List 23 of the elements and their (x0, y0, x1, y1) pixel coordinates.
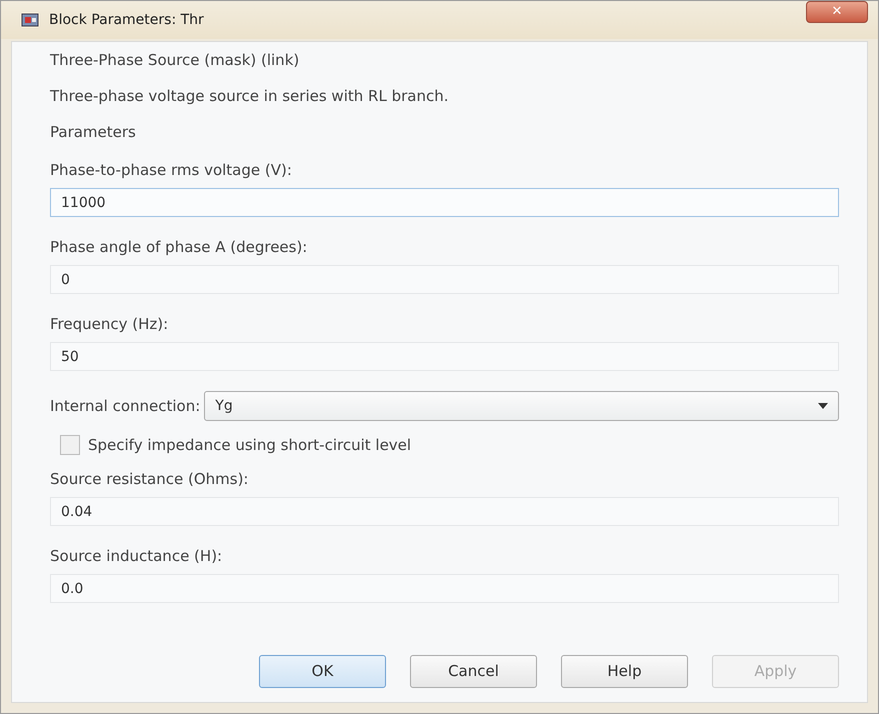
field-label: Phase angle of phase A (degrees): (50, 237, 308, 257)
input-field[interactable]: 0.04 (50, 497, 839, 526)
input-field[interactable]: 50 (50, 342, 839, 371)
caret-icon (818, 403, 828, 409)
block-icon (21, 12, 39, 28)
checkbox[interactable] (60, 435, 80, 455)
section-heading: Parameters (50, 122, 137, 142)
dialog-button[interactable]: Cancel (410, 655, 537, 688)
dropdown[interactable]: Yg (204, 391, 839, 421)
dialog-button[interactable]: OK (259, 655, 386, 688)
input-field[interactable]: 0.0 (50, 574, 839, 603)
input-field[interactable]: 0 (50, 265, 839, 294)
field-label: Source resistance (Ohms): (50, 469, 250, 489)
block-title: Three-Phase Source (mask) (link) (50, 50, 300, 70)
field-label: Internal connection: (50, 396, 200, 416)
field-label: Phase-to-phase rms voltage (V): (50, 160, 293, 180)
window-title: Block Parameters: Thr (49, 10, 204, 30)
block-description: Three-phase voltage source in series with RL branch. (50, 86, 450, 106)
field-label: Frequency (Hz): (50, 314, 170, 334)
checkbox-label: Specify impedance using short-circuit level (88, 435, 412, 455)
field-label: Source inductance (H): (50, 546, 224, 566)
input-field[interactable]: 11000 (50, 188, 839, 217)
dialog-button[interactable]: Help (561, 655, 688, 688)
